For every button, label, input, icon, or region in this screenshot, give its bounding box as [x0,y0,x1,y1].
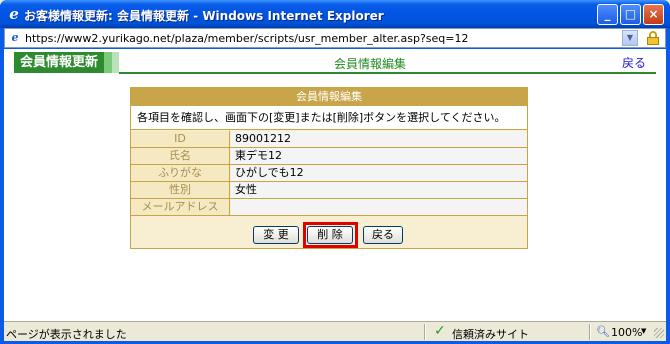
address-bar[interactable]: e https://www2.yurikago.net/plaza/member… [4,28,666,48]
maximize-button[interactable]: □ [620,4,641,25]
field-label: 性別 [131,182,230,198]
member-info-panel: 会員情報編集 各項目を確認し、画面下の[変更]または[削除]ボタンを選択してくだ… [130,87,528,249]
field-label: メールアドレス [131,199,230,215]
zoom-dropdown-icon[interactable]: ▼ [641,327,646,335]
info-table: ID 89001212 氏名 東デモ12 ふりがな ひがしでも12 性別 女性 … [131,131,527,216]
table-row: 性別 女性 [131,182,527,199]
magnifier-icon[interactable]: 🔍︎ [596,325,610,339]
security-zone-text[interactable]: 信頼済みサイト [452,326,529,342]
status-bar: ページが表示されました ✓ 信頼済みサイト 🔍︎ 100% ▼ [4,321,666,341]
status-text: ページが表示されました [6,328,127,341]
page-content: 会員情報更新 会員情報編集 戻る 会員情報編集 各項目を確認し、画面下の[変更]… [4,49,666,321]
table-row: メールアドレス [131,199,527,216]
resize-grip[interactable] [654,328,664,338]
title-bar[interactable]: e お客様情報更新: 会員情報更新 - Windows Internet Exp… [0,0,670,28]
field-value: ひがしでも12 [231,165,527,181]
field-label: ふりがな [131,165,230,181]
page-icon: e [11,31,19,44]
check-icon: ✓ [434,323,446,339]
field-value: 女性 [231,182,527,198]
field-label: 氏名 [131,148,230,164]
section-label: 会員情報更新 [14,52,104,73]
page-title: 会員情報編集 [334,57,407,71]
lock-icon[interactable] [645,30,661,46]
field-label: ID [131,131,230,147]
ie-logo-icon: e [9,5,19,23]
table-row: 氏名 東デモ12 [131,148,527,165]
header-accent-light [112,52,119,73]
header-accent [104,52,112,73]
close-button[interactable]: × [643,4,664,25]
url-text[interactable]: https://www2.yurikago.net/plaza/member/s… [25,32,469,45]
field-value: 東デモ12 [231,148,527,164]
status-divider [424,324,426,340]
panel-heading: 会員情報編集 [131,88,527,106]
lock-body [647,37,659,45]
back-button[interactable]: 戻る [363,226,403,244]
zoom-level[interactable]: 100% [611,326,642,339]
window-title: お客様情報更新: 会員情報更新 - Windows Internet Explo… [24,9,384,23]
table-row: ふりがな ひがしでも12 [131,165,527,182]
header-rule [119,72,656,74]
field-value: 89001212 [231,131,527,147]
status-divider [589,324,591,340]
field-value [231,199,527,215]
delete-highlight-box [303,222,358,248]
table-row: ID 89001212 [131,131,527,148]
browser-window: e お客様情報更新: 会員情報更新 - Windows Internet Exp… [0,0,670,344]
minimize-button[interactable]: _ [597,4,618,25]
back-link[interactable]: 戻る [622,54,646,71]
button-row: 変 更 削 除 戻る [131,222,527,248]
instruction-text: 各項目を確認し、画面下の[変更]または[削除]ボタンを選択してください。 [131,106,527,130]
address-dropdown-button[interactable]: ▼ [622,30,638,46]
change-button[interactable]: 変 更 [253,226,299,244]
